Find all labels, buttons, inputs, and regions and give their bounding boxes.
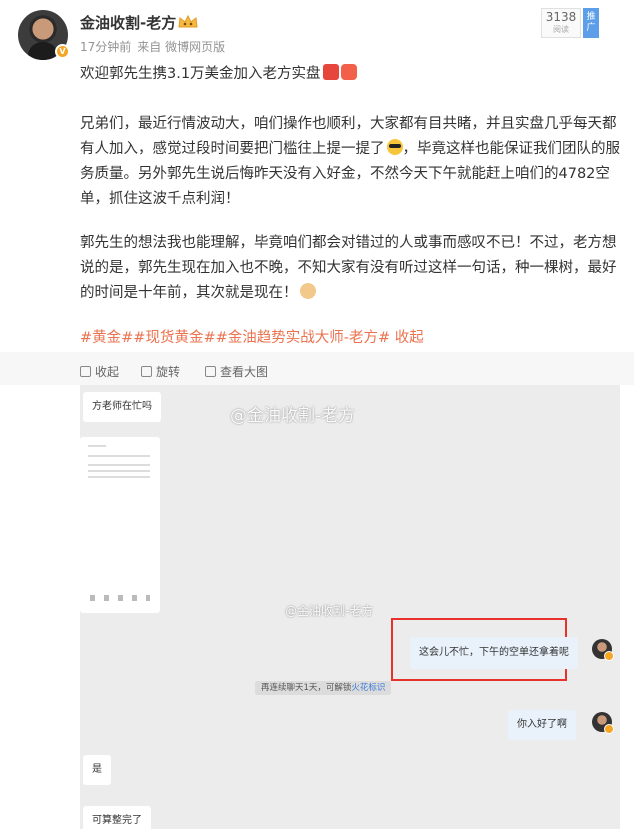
chat-screenshot-image[interactable]: 方老师在忙吗 @金油收割-老方 @金油收割-老方 这会儿不忙，下午的空单还拿着呢… (80, 385, 620, 829)
topic-tags: #黄金##现货黄金##金油趋势实战大师-老方# 收起 (80, 326, 424, 351)
watermark: @金油收割-老方 (230, 406, 356, 426)
member-crown-icon (178, 14, 198, 28)
image-icon (205, 366, 216, 377)
post-meta: 17分钟前 来自 微博网页版 (80, 38, 231, 55)
thumb-line (88, 470, 150, 472)
rotate-image-button[interactable]: 旋转 (141, 363, 180, 380)
chat-bubble-left: 可算整完了 (83, 806, 151, 829)
chat-avatar (592, 712, 614, 734)
para2-text: 郭先生的想法我也能理解，毕竟咱们都会对错过的人或事而感叹不已！不过，老方想说的是… (80, 235, 617, 301)
headline-text: 欢迎郭先生携3.1万美金加入老方实盘 (80, 66, 321, 82)
money-bag-emoji-icon (322, 64, 339, 80)
username[interactable]: 金油收割-老方 (80, 12, 176, 33)
sunglasses-emoji-icon (386, 139, 403, 155)
notice-text: 再连续聊天1天，可解锁 (261, 683, 352, 693)
topic-tag-links[interactable]: #黄金##现货黄金##金油趋势实战大师-老方# (80, 330, 390, 346)
watermark-small: @金油收割-老方 (285, 604, 374, 618)
collapse-text-link[interactable]: 收起 (390, 330, 424, 346)
read-count-box: 3138 阅读 (541, 8, 581, 38)
chat-avatar (592, 639, 614, 661)
collapse-image-button[interactable]: 收起 (80, 363, 119, 380)
view-large-label: 查看大图 (220, 365, 269, 379)
handshake-emoji-icon (299, 283, 316, 299)
chat-bubble-right: 这会儿不忙，下午的空单还拿着呢 (410, 637, 578, 669)
chat-bubble-left: 是 (83, 755, 111, 785)
rotate-label: 旋转 (156, 365, 181, 379)
thumb-line (88, 445, 106, 447)
post-time[interactable]: 17分钟前 (80, 40, 131, 54)
rotate-icon (141, 366, 152, 377)
read-label: 阅读 (553, 25, 569, 34)
chat-bubble-left: 方老师在忙吗 (83, 392, 161, 422)
phone-screenshot-thumbnail (80, 437, 160, 613)
post-paragraph-2: 郭先生的想法我也能理解，毕竟咱们都会对错过的人或事而感叹不已！不过，老方想说的是… (80, 231, 620, 306)
thumb-line (88, 476, 150, 478)
promote-button[interactable]: 推广 (583, 8, 599, 38)
post-paragraph-1: 兄弟们，最近行情波动大，咱们操作也顺利，大家都有目共睹，并且实盘几乎每天都有人加… (80, 112, 620, 212)
verified-badge-icon: V (55, 44, 70, 59)
system-notice: 再连续聊天1天，可解锁火花标识 (255, 681, 392, 695)
chat-bubble-right: 你入好了啊 (508, 710, 576, 740)
spark-link: 火花标识 (351, 683, 386, 693)
thumb-line (88, 455, 150, 457)
thumb-line (88, 464, 150, 466)
post-source: 来自 微博网页版 (137, 40, 226, 54)
post-headline: 欢迎郭先生携3.1万美金加入老方实盘 (80, 62, 620, 87)
read-count: 3138 (545, 10, 577, 24)
media-toolbar: 收起 旋转 查看大图 (0, 352, 634, 385)
thumb-nav-bar (90, 595, 150, 601)
collapse-icon (80, 366, 91, 377)
view-large-image-button[interactable]: 查看大图 (205, 363, 268, 380)
collapse-label: 收起 (95, 365, 120, 379)
red-envelope-emoji-icon (340, 64, 357, 80)
